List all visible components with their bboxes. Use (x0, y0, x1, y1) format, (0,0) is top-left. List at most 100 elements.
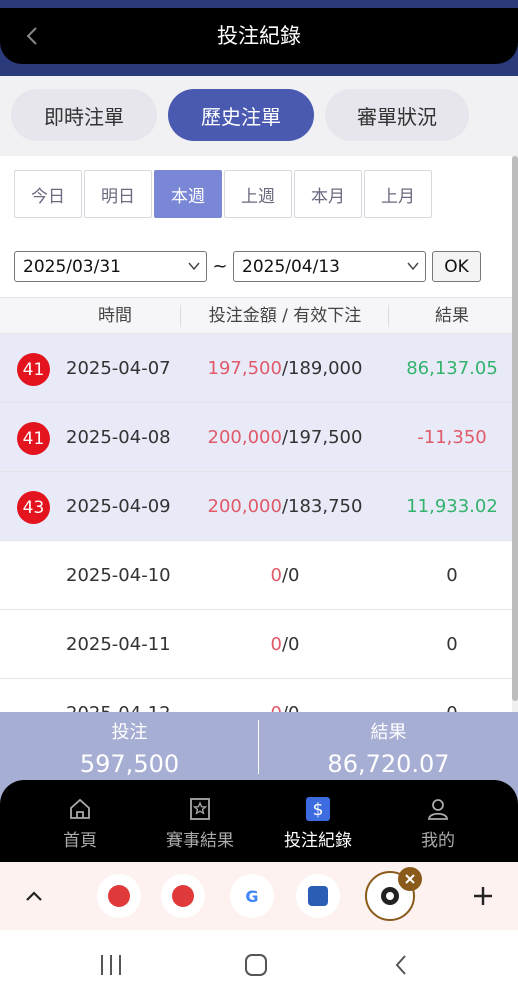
row-amount: 200,000/183,750 (180, 472, 390, 541)
recent-apps-button[interactable] (81, 948, 141, 982)
row-amount: 197,500/189,000 (180, 334, 390, 403)
table-row[interactable]: 41 2025-04-07 197,500/189,000 86,137.05 (0, 334, 512, 403)
header: 投注紀錄 (0, 8, 518, 64)
home-square-icon (245, 954, 267, 976)
close-icon (405, 874, 415, 884)
bet-amount: 0 (270, 634, 282, 655)
table-row[interactable]: 43 2025-04-09 200,000/183,750 11,933.02 (0, 472, 512, 541)
bet-record-list: 41 2025-04-07 197,500/189,000 86,137.05 … (0, 334, 512, 712)
plus-icon (474, 887, 492, 905)
valid-amount: 183,750 (288, 496, 363, 517)
chevron-down-icon (407, 262, 419, 271)
header-amount: 投注金額 / 有效下注 (208, 306, 362, 326)
row-date: 2025-04-07 (66, 358, 171, 379)
summary-bet-value: 597,500 (79, 750, 180, 778)
row-date: 2025-04-11 (66, 634, 171, 655)
system-back-button[interactable] (371, 948, 431, 982)
svg-text:$: $ (313, 800, 324, 820)
expand-button[interactable] (12, 874, 56, 918)
summary-bet: 投注 597,500 (0, 712, 259, 778)
count-badge: 41 (17, 422, 50, 455)
close-tab-button[interactable] (398, 867, 422, 891)
nav-mine[interactable]: 我的 (383, 794, 493, 851)
row-result: 0 (392, 679, 512, 712)
row-amount: 200,000/197,500 (180, 403, 390, 472)
nav-results-label: 賽事結果 (166, 831, 234, 851)
period-this-month-button[interactable]: 本月 (294, 170, 362, 218)
row-result: 86,137.05 (406, 358, 498, 379)
bet-amount: 200,000 (207, 427, 282, 448)
google-icon: G (245, 887, 258, 906)
period-last-month-button[interactable]: 上月 (364, 170, 432, 218)
nav-home[interactable]: 首頁 (25, 794, 135, 851)
tab-review-status[interactable]: 審單狀況 (325, 89, 469, 141)
valid-amount: 189,000 (288, 358, 363, 379)
dollar-icon: $ (306, 797, 330, 821)
table-row[interactable]: 2025-04-11 0/0 0 (0, 610, 512, 679)
period-last-week-button[interactable]: 上週 (224, 170, 292, 218)
ok-button[interactable]: OK (432, 251, 481, 282)
valid-amount: 197,500 (288, 427, 363, 448)
row-date: 2025-04-08 (66, 427, 171, 448)
new-tab-button[interactable] (461, 874, 505, 918)
scrollbar-thumb[interactable] (512, 156, 518, 701)
valid-amount: 0 (288, 565, 300, 586)
end-date-value: 2025/04/13 (242, 256, 340, 277)
tab-favicon-app[interactable] (296, 874, 340, 918)
nav-bet-records-label: 投注紀錄 (284, 831, 352, 851)
date-range: 2025/03/31 ~ 2025/04/13 OK (14, 251, 481, 282)
period-today-button[interactable]: 今日 (14, 170, 82, 218)
row-result: -11,350 (417, 427, 487, 448)
tab-favicon-google[interactable]: G (230, 874, 274, 918)
period-this-week-button[interactable]: 本週 (154, 170, 222, 218)
chevron-left-icon (395, 955, 406, 975)
person-icon (428, 799, 448, 820)
header-time: 時間 (98, 306, 132, 326)
tab-history-bets[interactable]: 歷史注單 (168, 89, 314, 141)
lottery-icon-2 (172, 885, 194, 907)
tab-bar: 即時注單 歷史注單 審單狀況 (0, 76, 518, 156)
header-divider (388, 305, 389, 327)
chevron-up-icon (26, 891, 42, 901)
summary-result-value: 86,720.07 (327, 750, 450, 778)
period-tomorrow-button[interactable]: 明日 (84, 170, 152, 218)
row-date: 2025-04-09 (66, 496, 171, 517)
start-date-select[interactable]: 2025/03/31 (14, 251, 207, 282)
end-date-select[interactable]: 2025/04/13 (233, 251, 426, 282)
summary-bet-label: 投注 (111, 722, 148, 743)
page-title: 投注紀錄 (217, 24, 301, 48)
bet-amount: 0 (270, 565, 282, 586)
app-tile-icon (308, 886, 328, 906)
star-document-icon (190, 798, 210, 820)
home-button[interactable] (226, 948, 286, 982)
count-badge: 43 (17, 491, 50, 524)
tab-favicon-lottery[interactable] (97, 874, 141, 918)
bet-amount: 0 (271, 703, 282, 712)
app-root: 投注紀錄 即時注單 歷史注單 審單狀況 今日 明日 本週 上週 本月 上月 20… (0, 0, 518, 1000)
svg-text:G: G (245, 887, 258, 906)
home-icon (70, 798, 90, 819)
top-bar: 投注紀錄 (0, 0, 518, 76)
row-date: 2025-04-10 (66, 565, 171, 586)
table-row[interactable]: 2025-04-12 0/0 0 (0, 679, 512, 712)
row-amount: 0/0 (180, 679, 390, 712)
table-header: 時間 投注金額 / 有效下注 結果 (0, 297, 512, 334)
count-badge: 41 (17, 353, 50, 386)
bet-amount: 197,500 (207, 358, 282, 379)
browser-bar: G (0, 862, 518, 930)
summary-result: 結果 86,720.07 (259, 712, 518, 778)
table-row[interactable]: 41 2025-04-08 200,000/197,500 -11,350 (0, 403, 512, 472)
chevron-down-icon (188, 262, 200, 271)
row-result: 11,933.02 (406, 496, 498, 517)
period-filters: 今日 明日 本週 上週 本月 上月 (14, 170, 432, 218)
lottery-icon (108, 885, 130, 907)
row-result: 0 (446, 634, 458, 655)
tab-live-bets[interactable]: 即時注單 (11, 89, 157, 141)
tab-favicon-lottery-2[interactable] (161, 874, 205, 918)
nav-results[interactable]: 賽事結果 (145, 794, 255, 851)
table-row[interactable]: 2025-04-10 0/0 0 (0, 541, 512, 610)
nav-home-label: 首頁 (63, 831, 97, 851)
valid-amount: 0 (288, 703, 299, 712)
valid-amount: 0 (288, 634, 300, 655)
nav-bet-records[interactable]: $ 投注紀錄 (263, 794, 373, 851)
